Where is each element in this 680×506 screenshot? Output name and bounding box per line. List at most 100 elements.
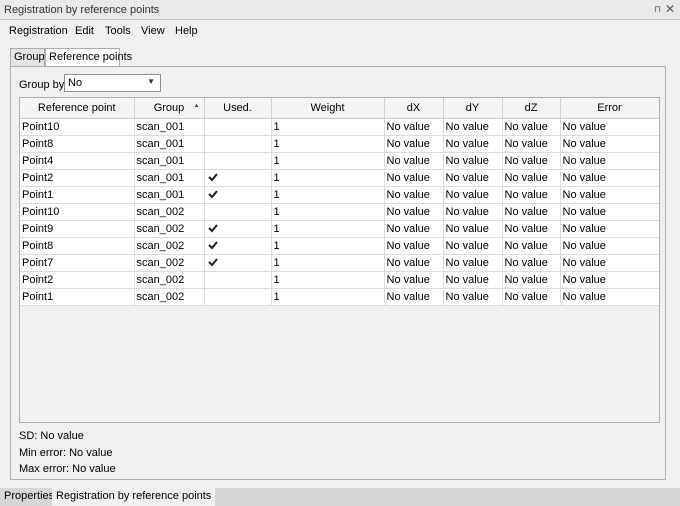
dy-cell[interactable]: No value (443, 186, 503, 204)
group-cell[interactable]: scan_001 (134, 152, 205, 170)
used-cell[interactable] (204, 271, 272, 289)
reference-point-cell[interactable]: Point1 (20, 288, 135, 306)
error-cell[interactable]: No value (560, 288, 659, 306)
pin-icon[interactable]: ⊓ (654, 4, 661, 15)
reference-point-cell[interactable]: Point7 (20, 254, 135, 272)
dx-cell[interactable]: No value (384, 254, 444, 272)
dz-cell[interactable]: No value (502, 118, 561, 136)
used-cell[interactable] (204, 237, 272, 255)
used-cell[interactable] (204, 203, 272, 221)
weight-cell[interactable]: 1 (271, 220, 385, 238)
tab-properties[interactable]: Properties (0, 488, 58, 506)
dx-cell[interactable]: No value (384, 186, 444, 204)
reference-point-cell[interactable]: Point4 (20, 152, 135, 170)
group-cell[interactable]: scan_001 (134, 135, 205, 153)
error-cell[interactable]: No value (560, 152, 659, 170)
menu-tools[interactable]: Tools (105, 25, 131, 37)
error-cell[interactable]: No value (560, 271, 659, 289)
table-row[interactable]: Point2 scan_001 1 No value No value No value N… (20, 169, 659, 187)
error-cell[interactable]: No value (560, 220, 659, 238)
table-row[interactable]: Point8 scan_002 1 No value No value No value N… (20, 237, 659, 255)
menu-edit[interactable]: Edit (75, 25, 94, 37)
table-row[interactable]: Point4 scan_001 1 No value No value No value N… (20, 152, 659, 170)
error-cell[interactable]: No value (560, 237, 659, 255)
group-cell[interactable]: scan_002 (134, 271, 205, 289)
column-header-used[interactable]: Used. (204, 98, 272, 119)
dz-cell[interactable]: No value (502, 271, 561, 289)
reference-point-cell[interactable]: Point10 (20, 203, 135, 221)
table-row[interactable]: Point10 scan_001 1 No value No value No value… (20, 118, 659, 136)
dx-cell[interactable]: No value (384, 169, 444, 187)
group-cell[interactable]: scan_001 (134, 118, 205, 136)
dx-cell[interactable]: No value (384, 288, 444, 306)
table-row[interactable]: Point7 scan_002 1 No value No value No value N… (20, 254, 659, 272)
error-cell[interactable]: No value (560, 135, 659, 153)
reference-point-cell[interactable]: Point9 (20, 220, 135, 238)
error-cell[interactable]: No value (560, 254, 659, 272)
dz-cell[interactable]: No value (502, 237, 561, 255)
weight-cell[interactable]: 1 (271, 288, 385, 306)
column-header-dx[interactable]: dX (384, 98, 444, 119)
dx-cell[interactable]: No value (384, 237, 444, 255)
column-header-dz[interactable]: dZ (502, 98, 561, 119)
weight-cell[interactable]: 1 (271, 135, 385, 153)
reference-point-cell[interactable]: Point2 (20, 271, 135, 289)
weight-cell[interactable]: 1 (271, 169, 385, 187)
group-cell[interactable]: scan_002 (134, 254, 205, 272)
used-cell[interactable] (204, 186, 272, 204)
reference-point-cell[interactable]: Point8 (20, 237, 135, 255)
dz-cell[interactable]: No value (502, 152, 561, 170)
reference-point-cell[interactable]: Point10 (20, 118, 135, 136)
column-header-weight[interactable]: Weight (271, 98, 385, 119)
tab-groups[interactable]: Groups (10, 48, 50, 66)
tab-registration-by-reference-points[interactable]: Registration by reference points (52, 488, 216, 506)
weight-cell[interactable]: 1 (271, 203, 385, 221)
group-by-select[interactable]: No ▼ (64, 74, 161, 92)
dy-cell[interactable]: No value (443, 135, 503, 153)
group-cell[interactable]: scan_001 (134, 169, 205, 187)
table-row[interactable]: Point9 scan_002 1 No value No value No value N… (20, 220, 659, 238)
dy-cell[interactable]: No value (443, 203, 503, 221)
close-icon[interactable]: ✕ (665, 2, 675, 16)
dz-cell[interactable]: No value (502, 288, 561, 306)
dy-cell[interactable]: No value (443, 288, 503, 306)
table-row[interactable]: Point1 scan_001 1 No value No value No value N… (20, 186, 659, 204)
error-cell[interactable]: No value (560, 186, 659, 204)
used-cell[interactable] (204, 118, 272, 136)
dy-cell[interactable]: No value (443, 271, 503, 289)
dx-cell[interactable]: No value (384, 118, 444, 136)
error-cell[interactable]: No value (560, 169, 659, 187)
dy-cell[interactable]: No value (443, 254, 503, 272)
dx-cell[interactable]: No value (384, 220, 444, 238)
dz-cell[interactable]: No value (502, 203, 561, 221)
table-row[interactable]: Point8 scan_001 1 No value No value No value N… (20, 135, 659, 153)
weight-cell[interactable]: 1 (271, 254, 385, 272)
group-cell[interactable]: scan_001 (134, 186, 205, 204)
menu-view[interactable]: View (141, 25, 165, 37)
column-header-dy[interactable]: dY (443, 98, 503, 119)
used-cell[interactable] (204, 169, 272, 187)
used-cell[interactable] (204, 152, 272, 170)
group-cell[interactable]: scan_002 (134, 237, 205, 255)
dz-cell[interactable]: No value (502, 135, 561, 153)
dz-cell[interactable]: No value (502, 254, 561, 272)
dx-cell[interactable]: No value (384, 271, 444, 289)
dy-cell[interactable]: No value (443, 169, 503, 187)
used-cell[interactable] (204, 288, 272, 306)
reference-point-cell[interactable]: Point8 (20, 135, 135, 153)
weight-cell[interactable]: 1 (271, 118, 385, 136)
column-header-group[interactable]: Group ▲ (134, 98, 205, 119)
column-header-error[interactable]: Error (560, 98, 659, 119)
error-cell[interactable]: No value (560, 203, 659, 221)
dz-cell[interactable]: No value (502, 220, 561, 238)
menu-registration[interactable]: Registration (9, 25, 68, 37)
column-header-reference-point[interactable]: Reference point (20, 98, 135, 119)
group-cell[interactable]: scan_002 (134, 220, 205, 238)
weight-cell[interactable]: 1 (271, 271, 385, 289)
dz-cell[interactable]: No value (502, 186, 561, 204)
used-cell[interactable] (204, 220, 272, 238)
weight-cell[interactable]: 1 (271, 152, 385, 170)
dy-cell[interactable]: No value (443, 152, 503, 170)
tab-reference-points[interactable]: Reference points (45, 48, 132, 67)
dy-cell[interactable]: No value (443, 237, 503, 255)
